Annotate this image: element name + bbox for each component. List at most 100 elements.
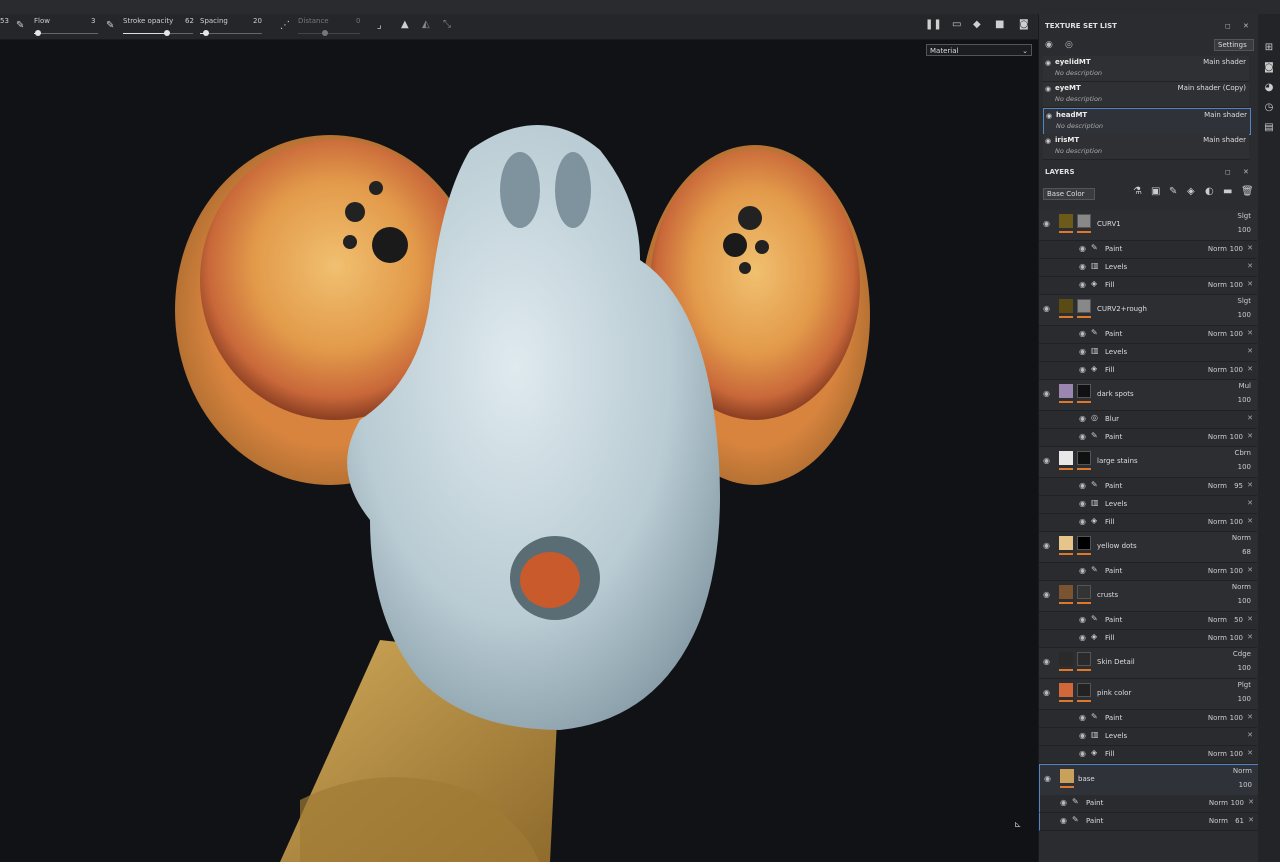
eye-icon[interactable]: ◉ bbox=[1079, 517, 1086, 526]
mask-icon[interactable]: ▣ bbox=[1151, 186, 1160, 197]
remove-icon[interactable]: ✕ bbox=[1247, 731, 1253, 739]
sub-layer-blend[interactable]: Norm bbox=[1208, 567, 1227, 575]
history-icon[interactable]: ◷ bbox=[1263, 102, 1275, 114]
flow-slider[interactable] bbox=[34, 30, 98, 36]
render-mode-icon[interactable]: ◆ bbox=[973, 19, 981, 30]
eye-icon[interactable]: ◉ bbox=[1079, 713, 1086, 722]
layer-opacity[interactable]: 100 bbox=[1238, 695, 1251, 703]
texture-set-item[interactable]: ◉ headMT Main shader No description bbox=[1043, 108, 1251, 135]
layer-sub-row[interactable]: ◉ ✎ Paint Norm 95 ✕ bbox=[1039, 478, 1257, 496]
3d-viewport[interactable]: ⊾ bbox=[0, 40, 1038, 862]
remove-icon[interactable]: ✕ bbox=[1247, 566, 1253, 574]
layer-opacity[interactable]: 100 bbox=[1239, 781, 1252, 789]
size-value[interactable]: 53 bbox=[0, 17, 9, 25]
remove-icon[interactable]: ✕ bbox=[1247, 414, 1253, 422]
sub-layer-blend[interactable]: Norm bbox=[1208, 634, 1227, 642]
remove-icon[interactable]: ✕ bbox=[1247, 280, 1253, 288]
layer-sub-row[interactable]: ◉ ◈ Fill Norm 100 ✕ bbox=[1039, 277, 1257, 295]
layer-sub-row[interactable]: ◉ ✎ Paint Norm 100 ✕ bbox=[1039, 326, 1257, 344]
remove-icon[interactable]: ✕ bbox=[1247, 262, 1253, 270]
eye-icon[interactable]: ◉ bbox=[1079, 633, 1086, 642]
layer-row[interactable]: ◉ base Norm 100 bbox=[1039, 764, 1259, 796]
layer-opacity[interactable]: 100 bbox=[1238, 396, 1251, 404]
spacing-value[interactable]: 20 bbox=[253, 17, 262, 25]
fill-layer-icon[interactable]: ◈ bbox=[1187, 186, 1195, 197]
layer-blend-mode[interactable]: Norm bbox=[1232, 583, 1251, 591]
layer-blend-mode[interactable]: Plgt bbox=[1238, 681, 1251, 689]
mask-thumbnail[interactable] bbox=[1077, 652, 1091, 666]
eye-icon[interactable]: ◉ bbox=[1043, 456, 1050, 465]
eye-icon[interactable]: ◎ bbox=[1065, 40, 1073, 50]
layer-name[interactable]: yellow dots bbox=[1097, 542, 1137, 550]
layer-sub-row[interactable]: ◉ ◈ Fill Norm 100 ✕ bbox=[1039, 746, 1257, 764]
mask-thumbnail[interactable] bbox=[1077, 299, 1091, 313]
mirror-icon[interactable]: ▲ bbox=[401, 19, 409, 30]
video-icon[interactable]: ■ bbox=[995, 19, 1004, 30]
maximize-icon[interactable]: ◻ bbox=[1225, 162, 1231, 182]
paint-layer-icon[interactable]: ✎ bbox=[1169, 186, 1177, 197]
eye-icon[interactable]: ◉ bbox=[1079, 481, 1086, 490]
brush-icon[interactable]: ✎ bbox=[16, 20, 24, 31]
eye-icon[interactable]: ◉ bbox=[1046, 112, 1052, 120]
eye-icon[interactable]: ◉ bbox=[1079, 365, 1086, 374]
sub-layer-blend[interactable]: Norm bbox=[1208, 330, 1227, 338]
eye-icon[interactable]: ◉ bbox=[1079, 329, 1086, 338]
camera-view-icon[interactable]: ▭ bbox=[952, 19, 961, 30]
sub-layer-opacity[interactable]: 100 bbox=[1230, 634, 1243, 642]
settings-dropdown[interactable]: Settings bbox=[1214, 39, 1254, 51]
texture-set-shader[interactable]: Main shader bbox=[1203, 58, 1246, 66]
remove-icon[interactable]: ✕ bbox=[1248, 816, 1254, 824]
layer-blend-mode[interactable]: Norm bbox=[1232, 534, 1251, 542]
texture-set-shader[interactable]: Main shader bbox=[1203, 136, 1246, 144]
layer-blend-mode[interactable]: Slgt bbox=[1237, 297, 1251, 305]
layer-name[interactable]: Skin Detail bbox=[1097, 658, 1135, 666]
layer-row[interactable]: ◉ CURV2+rough Slgt 100 bbox=[1039, 295, 1257, 326]
shader-icon[interactable]: ◕ bbox=[1263, 82, 1275, 94]
layer-name[interactable]: CURV2+rough bbox=[1097, 305, 1147, 313]
layer-name[interactable]: pink color bbox=[1097, 689, 1131, 697]
eye-icon[interactable]: ◉ bbox=[1079, 615, 1086, 624]
mask-thumbnail[interactable] bbox=[1077, 683, 1091, 697]
layer-opacity[interactable]: 100 bbox=[1238, 311, 1251, 319]
layer-sub-row[interactable]: ◉ ✎ Paint Norm 100 ✕ bbox=[1039, 795, 1259, 813]
layer-name[interactable]: base bbox=[1078, 775, 1095, 783]
layer-blend-mode[interactable]: Norm bbox=[1233, 767, 1252, 775]
sub-layer-opacity[interactable]: 50 bbox=[1234, 616, 1243, 624]
layer-opacity[interactable]: 100 bbox=[1238, 664, 1251, 672]
layer-sub-row[interactable]: ◉ ✎ Paint Norm 100 ✕ bbox=[1039, 563, 1257, 581]
sub-layer-opacity[interactable]: 100 bbox=[1230, 518, 1243, 526]
eye-icon[interactable]: ◉ bbox=[1043, 541, 1050, 550]
transform-icon[interactable]: ⤡ bbox=[443, 19, 451, 30]
sub-layer-blend[interactable]: Norm bbox=[1208, 245, 1227, 253]
eye-icon[interactable]: ◉ bbox=[1079, 432, 1086, 441]
layer-name[interactable]: crusts bbox=[1097, 591, 1118, 599]
layer-blend-mode[interactable]: Cdge bbox=[1233, 650, 1251, 658]
layer-sub-row[interactable]: ◉ ✎ Paint Norm 100 ✕ bbox=[1039, 429, 1257, 447]
layer-opacity[interactable]: 100 bbox=[1238, 597, 1251, 605]
sub-layer-opacity[interactable]: 100 bbox=[1230, 750, 1243, 758]
sub-layer-blend[interactable]: Norm bbox=[1208, 366, 1227, 374]
layer-sub-row[interactable]: ◉ ◈ Fill Norm 100 ✕ bbox=[1039, 362, 1257, 380]
layer-sub-row[interactable]: ◉ ▥ Levels ✕ bbox=[1039, 344, 1257, 362]
layer-opacity[interactable]: 100 bbox=[1238, 463, 1251, 471]
layer-sub-row[interactable]: ◉ ✎ Paint Norm 100 ✕ bbox=[1039, 710, 1257, 728]
remove-icon[interactable]: ✕ bbox=[1248, 798, 1254, 806]
maximize-icon[interactable]: ◻ bbox=[1225, 16, 1231, 36]
display-icon[interactable]: ◙ bbox=[1263, 62, 1275, 74]
layer-row[interactable]: ◉ dark spots Mul 100 bbox=[1039, 380, 1257, 411]
sub-layer-opacity[interactable]: 100 bbox=[1230, 281, 1243, 289]
texture-set-icon[interactable]: ⊞ bbox=[1263, 42, 1275, 54]
eye-icon[interactable]: ◉ bbox=[1043, 389, 1050, 398]
channel-select[interactable]: Base Color bbox=[1043, 188, 1095, 200]
sub-layer-blend[interactable]: Norm bbox=[1208, 482, 1227, 490]
sub-layer-opacity[interactable]: 61 bbox=[1235, 817, 1244, 825]
layer-blend-mode[interactable]: Mul bbox=[1239, 382, 1251, 390]
sub-layer-blend[interactable]: Norm bbox=[1208, 281, 1227, 289]
delete-icon[interactable]: 🗑 bbox=[1241, 186, 1254, 197]
eye-icon[interactable]: ◉ bbox=[1060, 816, 1067, 825]
layer-sub-row[interactable]: ◉ ◈ Fill Norm 100 ✕ bbox=[1039, 514, 1257, 532]
mask-thumbnail[interactable] bbox=[1077, 536, 1091, 550]
remove-icon[interactable]: ✕ bbox=[1247, 713, 1253, 721]
layer-row[interactable]: ◉ crusts Norm 100 bbox=[1039, 581, 1257, 612]
sub-layer-opacity[interactable]: 100 bbox=[1230, 567, 1243, 575]
